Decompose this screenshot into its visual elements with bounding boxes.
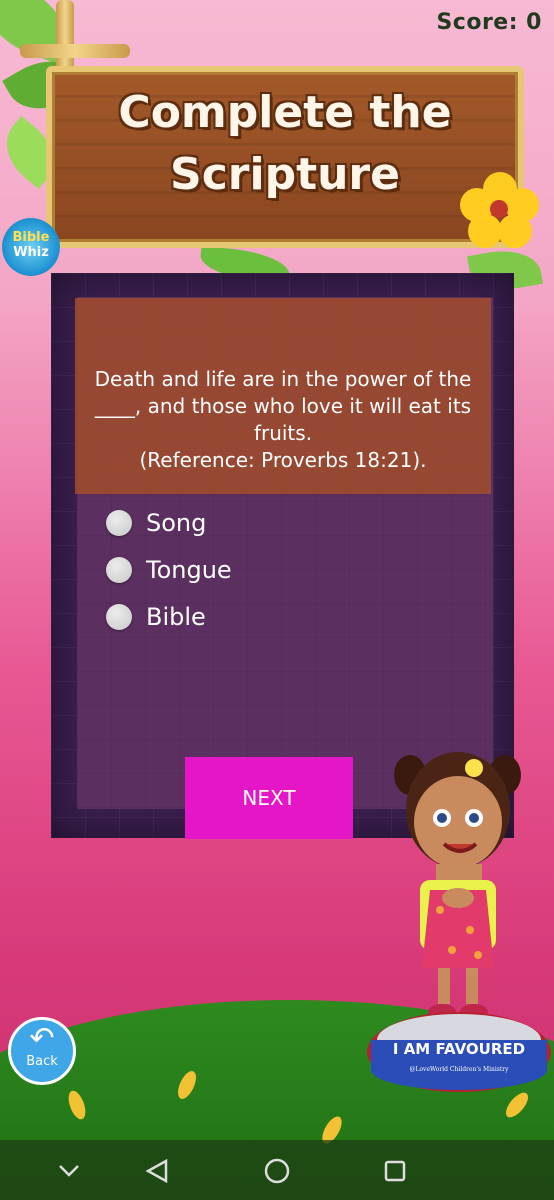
next-button[interactable]: NEXT (185, 757, 353, 839)
back-arrow-icon: ↶ (29, 1021, 55, 1056)
chevron-down-icon[interactable] (52, 1154, 86, 1188)
flower-icon (460, 172, 540, 252)
bible-whiz-logo: Bible Whiz (2, 218, 60, 276)
girl-character-illustration (394, 752, 521, 1020)
logo-line1: Bible (12, 230, 50, 245)
game-screen: Score: 0 Complete the Scripture Bible Wh… (0, 0, 554, 1200)
nav-recents-icon[interactable] (378, 1154, 412, 1188)
radio-button[interactable] (106, 510, 132, 536)
option-tongue[interactable]: Tongue (106, 556, 232, 584)
option-bible[interactable]: Bible (106, 603, 206, 631)
back-label: Back (26, 1054, 58, 1069)
back-button[interactable]: ↶ Back (8, 1017, 76, 1085)
question-box: Death and life are in the power of the _… (75, 298, 491, 494)
score-display: Score: 0 (436, 10, 542, 35)
nav-home-icon[interactable] (260, 1154, 294, 1188)
badge-text: I AM FAVOURED (392, 1040, 526, 1058)
bamboo-decoration (20, 44, 130, 58)
nav-back-icon[interactable] (140, 1154, 174, 1188)
system-navigation-bar (0, 1140, 554, 1200)
logo-line2: Whiz (13, 245, 49, 260)
radio-button[interactable] (106, 604, 132, 630)
badge-subtext: @LoveWorld Children's Ministry (409, 1066, 509, 1073)
option-label: Bible (146, 603, 206, 631)
title-board: Complete the Scripture (46, 66, 524, 248)
option-label: Tongue (146, 556, 232, 584)
question-text: Death and life are in the power of the _… (94, 367, 472, 472)
badge-pedestal: I AM FAVOURED @LoveWorld Children's Mini… (365, 1010, 553, 1095)
radio-button[interactable] (106, 557, 132, 583)
option-song[interactable]: Song (106, 509, 206, 537)
page-title: Complete the Scripture (118, 87, 452, 200)
option-label: Song (146, 509, 207, 537)
